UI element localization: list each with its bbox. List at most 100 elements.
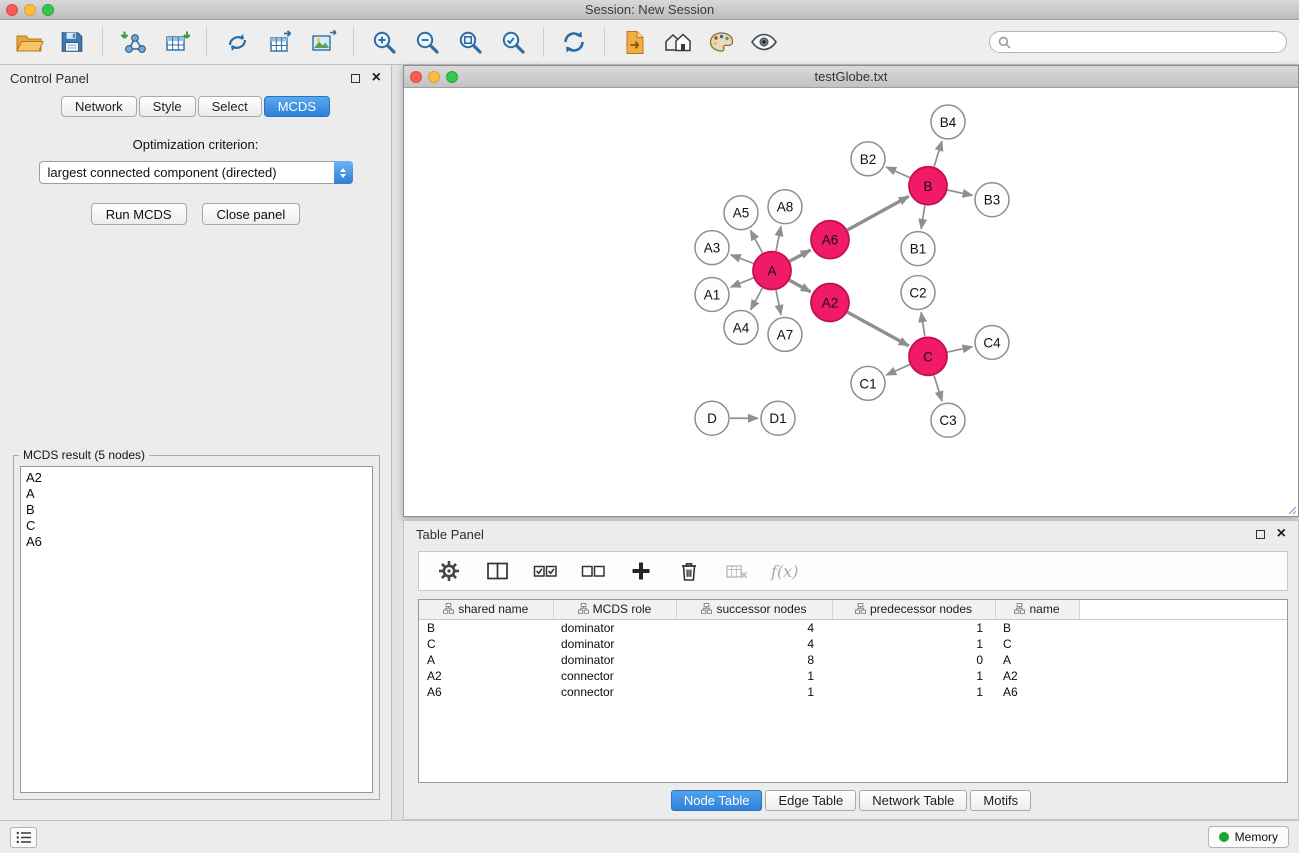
column-header-predecessor-nodes[interactable]: predecessor nodes <box>832 600 995 619</box>
hide-details-button[interactable] <box>661 25 695 59</box>
graph-edge-A-A7[interactable] <box>776 290 781 315</box>
titlebar[interactable]: Session: New Session <box>0 0 1299 20</box>
graph-edge-A-A1[interactable] <box>731 278 754 287</box>
graph-node-label-A8: A8 <box>777 200 794 215</box>
import-table-button[interactable] <box>159 25 193 59</box>
graph-edge-A-A8[interactable] <box>776 226 781 251</box>
zoom-selected-button[interactable] <box>496 25 530 59</box>
resize-grip-icon[interactable] <box>1286 504 1297 515</box>
graph-node-label-C3: C3 <box>939 413 956 428</box>
network-close-button[interactable] <box>410 71 422 83</box>
graph-node-label-A2: A2 <box>822 296 839 311</box>
export-image-button[interactable] <box>306 25 340 59</box>
graph-node-label-A4: A4 <box>733 320 750 335</box>
column-header-shared-name[interactable]: shared name <box>419 600 553 619</box>
float-table-panel-button[interactable] <box>1256 530 1265 539</box>
table-row[interactable]: Cdominator41C <box>419 636 1287 652</box>
criterion-selected-value: largest connected component (directed) <box>40 165 334 180</box>
table-row[interactable]: Adominator80A <box>419 652 1287 668</box>
close-window-button[interactable] <box>6 4 18 16</box>
close-control-panel-button[interactable]: × <box>372 70 381 86</box>
right-area: testGlobe.txt AA1A2A3A4A5A6A7A8BB1B2B3B4… <box>392 65 1299 820</box>
import-network-button[interactable] <box>116 25 150 59</box>
tab-style[interactable]: Style <box>139 96 196 117</box>
graph-edge-B-B2[interactable] <box>886 167 910 178</box>
network-window-titlebar[interactable]: testGlobe.txt <box>404 66 1298 88</box>
zoom-window-button[interactable] <box>42 4 54 16</box>
zoom-in-button[interactable] <box>367 25 401 59</box>
table-row[interactable]: A6connector11A6 <box>419 684 1287 700</box>
show-hide-button[interactable] <box>747 25 781 59</box>
graph-edge-C-C3[interactable] <box>934 375 942 401</box>
mcds-result-item[interactable]: B <box>26 502 367 518</box>
graph-edge-A6-B[interactable] <box>848 196 909 230</box>
tab-select[interactable]: Select <box>198 96 262 117</box>
function-builder-button[interactable]: f(x) <box>771 557 798 585</box>
graph-edge-B-B4[interactable] <box>934 141 942 167</box>
deselect-all-button[interactable] <box>579 557 607 585</box>
toolbar-separator <box>102 27 103 57</box>
criterion-dropdown[interactable]: largest connected component (directed) <box>39 161 353 184</box>
network-minimize-button[interactable] <box>428 71 440 83</box>
graph-edge-B-B3[interactable] <box>948 190 973 195</box>
tab-network-table[interactable]: Network Table <box>859 790 967 811</box>
node-table-container[interactable]: shared nameMCDS rolesuccessor nodesprede… <box>418 599 1288 783</box>
network-canvas-area[interactable]: AA1A2A3A4A5A6A7A8BB1B2B3B4CC1C2C3C4DD1 <box>404 89 1298 516</box>
close-table-panel-button[interactable]: × <box>1277 526 1286 542</box>
graph-edge-A-A5[interactable] <box>750 230 762 253</box>
graph-edge-A-A6[interactable] <box>790 250 811 261</box>
graph-edge-A2-C[interactable] <box>848 312 909 346</box>
minimize-window-button[interactable] <box>24 4 36 16</box>
refresh-view-button[interactable] <box>557 25 591 59</box>
tab-motifs[interactable]: Motifs <box>970 790 1031 811</box>
table-settings-button[interactable] <box>435 557 463 585</box>
tab-network[interactable]: Network <box>61 96 137 117</box>
graph-edge-C-C1[interactable] <box>886 365 910 376</box>
style-palette-button[interactable] <box>704 25 738 59</box>
zoom-out-button[interactable] <box>410 25 444 59</box>
task-history-button[interactable] <box>10 827 37 848</box>
run-mcds-button[interactable]: Run MCDS <box>91 203 187 225</box>
zoom-fit-button[interactable] <box>453 25 487 59</box>
mcds-result-item[interactable]: A6 <box>26 534 367 550</box>
mcds-result-item[interactable]: C <box>26 518 367 534</box>
mcds-result-list[interactable]: A2ABCA6 <box>20 466 373 793</box>
export-network-button[interactable] <box>220 25 254 59</box>
column-header-name[interactable]: name <box>995 600 1079 619</box>
graph-edge-A-A3[interactable] <box>731 255 754 264</box>
memory-button[interactable]: Memory <box>1208 826 1289 848</box>
column-header-MCDS-role[interactable]: MCDS role <box>553 600 676 619</box>
close-panel-button[interactable]: Close panel <box>202 203 301 225</box>
search-field[interactable] <box>989 31 1287 53</box>
float-control-panel-button[interactable] <box>351 74 360 83</box>
mcds-result-item[interactable]: A2 <box>26 470 367 486</box>
mcds-result-fieldset: MCDS result (5 nodes) A2ABCA6 <box>13 455 380 800</box>
eye-icon <box>749 30 779 54</box>
graph-edge-A-A4[interactable] <box>751 288 763 310</box>
network-zoom-button[interactable] <box>446 71 458 83</box>
graph-edge-C-C4[interactable] <box>948 347 973 352</box>
search-input[interactable] <box>1016 35 1278 49</box>
graph-edge-A-A2[interactable] <box>790 280 811 292</box>
first-neighbors-button[interactable] <box>618 25 652 59</box>
delete-table-button[interactable] <box>723 557 751 585</box>
network-canvas[interactable]: AA1A2A3A4A5A6A7A8BB1B2B3B4CC1C2C3C4DD1 <box>404 89 1298 516</box>
select-all-button[interactable] <box>531 557 559 585</box>
mcds-result-item[interactable]: A <box>26 486 367 502</box>
tab-edge-table[interactable]: Edge Table <box>765 790 856 811</box>
delete-column-button[interactable] <box>675 557 703 585</box>
tab-node-table[interactable]: Node Table <box>671 790 763 811</box>
save-session-button[interactable] <box>55 25 89 59</box>
tab-mcds[interactable]: MCDS <box>264 96 330 117</box>
graph-edge-C-C2[interactable] <box>921 312 925 336</box>
show-columns-button[interactable] <box>483 557 511 585</box>
table-row[interactable]: A2connector11A2 <box>419 668 1287 684</box>
graph-edge-B-B1[interactable] <box>921 206 925 229</box>
graph-node-label-C: C <box>923 349 933 364</box>
export-table-button[interactable] <box>263 25 297 59</box>
open-session-button[interactable] <box>12 25 46 59</box>
add-column-button[interactable] <box>627 557 655 585</box>
graph-node-label-D1: D1 <box>769 411 786 426</box>
table-row[interactable]: Bdominator41B <box>419 619 1287 636</box>
column-header-successor-nodes[interactable]: successor nodes <box>676 600 832 619</box>
